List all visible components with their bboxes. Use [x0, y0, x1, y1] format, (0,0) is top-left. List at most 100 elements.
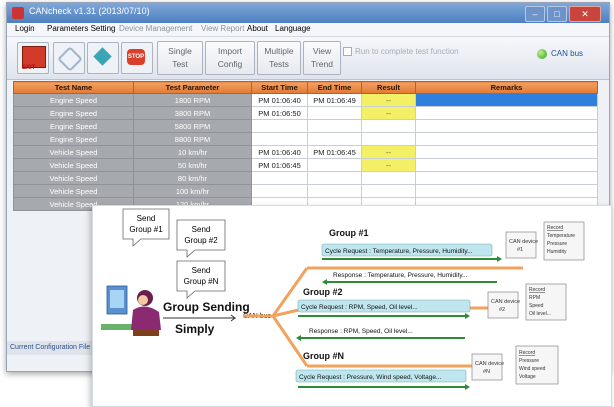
group-2-request: Cycle Request : RPM, Speed, Oil level...: [301, 304, 418, 311]
test-name-cell[interactable]: Engine Speed: [13, 93, 134, 107]
table-row[interactable]: Engine Speed 1800 RPM PM 01:06:40 PM 01:06:…: [13, 93, 598, 107]
col-header-result[interactable]: Result: [361, 81, 416, 94]
end-time-cell[interactable]: [307, 106, 362, 120]
test-name-cell[interactable]: Vehicle Speed: [13, 184, 134, 198]
connect-button[interactable]: [53, 42, 85, 74]
result-cell[interactable]: --: [361, 106, 416, 120]
test-parameter-cell[interactable]: 10 km/hr: [133, 145, 252, 159]
test-parameter-cell[interactable]: 3800 RPM: [133, 106, 252, 120]
test-name-cell[interactable]: Engine Speed: [13, 119, 134, 133]
table-row[interactable]: Vehicle Speed 100 km/hr: [13, 184, 598, 198]
view-trend-button[interactable]: View Trend: [303, 41, 341, 75]
menu-parameters-setting[interactable]: Parameters Setting: [47, 24, 115, 33]
test-parameter-cell[interactable]: 50 km/hr: [133, 158, 252, 172]
start-time-cell[interactable]: [251, 119, 308, 133]
import-config-button[interactable]: Import Config: [205, 41, 255, 75]
remarks-cell[interactable]: [415, 171, 598, 185]
col-header-test-name[interactable]: Test Name: [13, 81, 134, 94]
result-cell[interactable]: --: [361, 93, 416, 107]
result-cell[interactable]: [361, 171, 416, 185]
start-time-cell[interactable]: [251, 132, 308, 146]
can-device-1-label: CAN device: [509, 239, 538, 245]
can-device-1-number: #1: [517, 247, 523, 253]
table-row[interactable]: Vehicle Speed 50 km/hr PM 01:06:45 --: [13, 158, 598, 172]
test-parameter-cell[interactable]: 8800 RPM: [133, 132, 252, 146]
menu-device-management[interactable]: Device Management: [119, 24, 192, 33]
test-parameter-cell[interactable]: 80 km/hr: [133, 171, 252, 185]
test-parameter-cell[interactable]: 5800 RPM: [133, 119, 252, 133]
test-name-cell[interactable]: Engine Speed: [13, 106, 134, 120]
bubble-n-line-1: Send: [192, 266, 211, 275]
remarks-cell[interactable]: [415, 184, 598, 198]
end-time-cell[interactable]: [307, 119, 362, 133]
test-name-cell[interactable]: Engine Speed: [13, 132, 134, 146]
start-time-cell[interactable]: PM 01:06:45: [251, 158, 308, 172]
record-2-title: Record: [529, 287, 545, 293]
test-parameter-cell[interactable]: 1800 RPM: [133, 93, 252, 107]
start-time-cell[interactable]: PM 01:06:40: [251, 145, 308, 159]
bubble-2-line-1: Send: [192, 225, 211, 234]
exit-button[interactable]: EXIT: [17, 42, 49, 74]
remarks-cell[interactable]: [415, 132, 598, 146]
view-trend-label-1: View: [312, 46, 332, 56]
table-row[interactable]: Engine Speed 8800 RPM: [13, 132, 598, 146]
connect-icon: [57, 46, 83, 72]
result-cell[interactable]: [361, 119, 416, 133]
remarks-cell[interactable]: [415, 119, 598, 133]
remarks-cell[interactable]: [415, 106, 598, 120]
result-cell[interactable]: --: [361, 145, 416, 159]
start-time-cell[interactable]: [251, 171, 308, 185]
record-1-title: Record: [547, 225, 563, 231]
start-time-cell[interactable]: PM 01:06:50: [251, 106, 308, 120]
maximize-button[interactable]: □: [547, 6, 567, 22]
col-header-start-time[interactable]: Start Time: [251, 81, 308, 94]
single-test-button[interactable]: Single Test: [157, 41, 203, 75]
menu-language[interactable]: Language: [275, 24, 311, 33]
end-time-cell[interactable]: [307, 184, 362, 198]
remarks-cell[interactable]: [415, 145, 598, 159]
can-device-n-number: #N: [483, 369, 490, 375]
device-button[interactable]: [87, 42, 119, 74]
end-time-cell[interactable]: [307, 132, 362, 146]
record-n-item-2: Wind speed: [519, 366, 546, 372]
end-time-cell[interactable]: [307, 158, 362, 172]
col-header-test-parameter[interactable]: Test Parameter: [133, 81, 252, 94]
multiple-tests-label-1: Multiple: [264, 46, 294, 56]
table-row[interactable]: Vehicle Speed 10 km/hr PM 01:06:40 PM 01:06…: [13, 145, 598, 159]
stop-button[interactable]: STOP: [121, 42, 153, 74]
table-row[interactable]: Vehicle Speed 80 km/hr: [13, 171, 598, 185]
minimize-button[interactable]: –: [525, 6, 545, 22]
remarks-cell[interactable]: [415, 158, 598, 172]
group-n-request: Cycle Request : Pressure, Wind speed, Vo…: [299, 374, 442, 381]
record-2-item-1: RPM: [529, 295, 540, 301]
table-row[interactable]: Engine Speed 3800 RPM PM 01:06:50 --: [13, 106, 598, 120]
end-time-cell[interactable]: PM 01:06:49: [307, 93, 362, 107]
diamond-icon: [93, 47, 112, 66]
menu-login[interactable]: Login: [15, 24, 35, 33]
close-button[interactable]: ✕: [569, 6, 601, 22]
test-name-cell[interactable]: Vehicle Speed: [13, 171, 134, 185]
multiple-tests-button[interactable]: Multiple Tests: [257, 41, 301, 75]
result-cell[interactable]: --: [361, 158, 416, 172]
end-time-cell[interactable]: PM 01:06:45: [307, 145, 362, 159]
run-complete-checkbox[interactable]: Run to complete test function: [343, 47, 459, 57]
group-1-block: Group #1 Cycle Request : Temperature, Pr…: [307, 221, 585, 285]
end-time-cell[interactable]: [307, 171, 362, 185]
test-name-cell[interactable]: Vehicle Speed: [13, 158, 134, 172]
result-cell[interactable]: [361, 184, 416, 198]
exit-label: EXIT: [22, 65, 36, 71]
remarks-cell[interactable]: [415, 93, 598, 107]
can-device-1-icon: [505, 231, 537, 259]
result-cell[interactable]: [361, 132, 416, 146]
menu-view-report[interactable]: View Report: [201, 24, 244, 33]
app-icon: [12, 7, 24, 19]
toolbar: EXIT STOP Single Test Import Config Mult…: [7, 37, 609, 80]
col-header-remarks[interactable]: Remarks: [415, 81, 598, 94]
test-name-cell[interactable]: Vehicle Speed: [13, 145, 134, 159]
start-time-cell[interactable]: [251, 184, 308, 198]
start-time-cell[interactable]: PM 01:06:40: [251, 93, 308, 107]
test-parameter-cell[interactable]: 100 km/hr: [133, 184, 252, 198]
menu-about[interactable]: About: [247, 24, 268, 33]
col-header-end-time[interactable]: End Time: [307, 81, 362, 94]
table-row[interactable]: Engine Speed 5800 RPM: [13, 119, 598, 133]
